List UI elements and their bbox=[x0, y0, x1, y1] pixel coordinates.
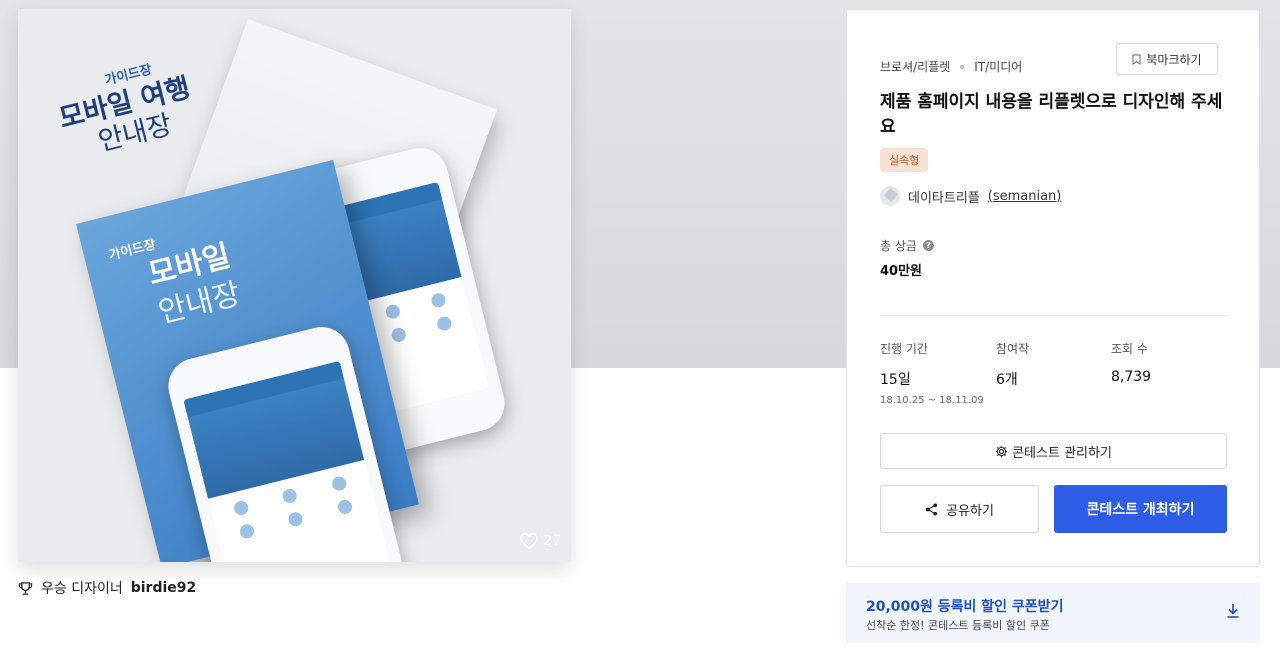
stat-views-label: 조회 수 bbox=[1111, 342, 1148, 356]
contest-title: 제품 홈페이지 내용을 리플렛으로 디자인해 주세요 bbox=[880, 92, 1223, 137]
bookmark-button[interactable]: 북마크하기 bbox=[1116, 43, 1218, 75]
contest-info-panel: 브로셔/리플렛 IT/미디어 북마크하기 제품 홈페이지 내용을 리플렛으로 디… bbox=[846, 9, 1260, 567]
bookmark-icon bbox=[1132, 54, 1141, 65]
prize-value: 40만원 bbox=[880, 264, 923, 279]
like-count: 27 bbox=[543, 533, 561, 549]
prize-label: 총 상금 ? bbox=[880, 237, 934, 254]
host-avatar bbox=[880, 186, 900, 206]
coupon-subtitle: 선착순 한정! 콘테스트 등록비 할인 쿠폰 bbox=[866, 619, 1050, 632]
stat-entries: 참여작 6개 bbox=[996, 340, 1029, 389]
share-label: 공유하기 bbox=[946, 503, 994, 519]
manage-label: 콘테스트 관리하기 bbox=[1012, 445, 1112, 461]
contest-winner-image[interactable]: 가이드장 모바일 여행 안내장 가이드장 모바일 안내장 27 bbox=[18, 9, 571, 562]
download-icon[interactable] bbox=[1226, 603, 1240, 619]
winner-label: 우승 디자이너 bbox=[41, 581, 123, 597]
tier-badge: 실속형 bbox=[880, 148, 929, 172]
stat-period-value: 15일 bbox=[880, 372, 911, 388]
category-breadcrumb: 브로셔/리플렛 IT/미디어 bbox=[880, 58, 1022, 75]
like-button[interactable]: 27 bbox=[519, 532, 561, 550]
host-contest-button[interactable]: 콘테스트 개최하기 bbox=[1054, 485, 1227, 533]
stat-period: 진행 기간 15일 18.10.25 ~ 18.11.09 bbox=[880, 340, 984, 406]
share-button[interactable]: 공유하기 bbox=[880, 485, 1039, 533]
stat-entries-value: 6개 bbox=[996, 372, 1018, 388]
coupon-title: 20,000원 등록비 할인 쿠폰받기 bbox=[866, 599, 1064, 615]
host-id[interactable]: (semanian) bbox=[988, 189, 1062, 204]
bookmark-label: 북마크하기 bbox=[1146, 52, 1202, 67]
prize-label-text: 총 상금 bbox=[880, 239, 917, 253]
stat-views-value: 8,739 bbox=[1111, 369, 1152, 385]
manage-contest-button[interactable]: 콘테스트 관리하기 bbox=[880, 433, 1227, 469]
trophy-icon bbox=[18, 581, 33, 595]
category-secondary[interactable]: IT/미디어 bbox=[974, 58, 1022, 75]
winner-name[interactable]: birdie92 bbox=[131, 580, 197, 596]
help-icon[interactable]: ? bbox=[922, 240, 934, 251]
stat-period-dates: 18.10.25 ~ 18.11.09 bbox=[880, 395, 984, 406]
stat-views: 조회 수 8,739 bbox=[1111, 340, 1151, 385]
share-icon bbox=[926, 502, 938, 516]
stat-entries-label: 참여작 bbox=[996, 342, 1030, 356]
category-separator bbox=[960, 64, 965, 69]
heart-icon bbox=[520, 532, 539, 550]
divider bbox=[880, 315, 1227, 316]
category-primary[interactable]: 브로셔/리플렛 bbox=[880, 58, 950, 75]
host-info[interactable]: 데이타트리플 (semanian) bbox=[880, 186, 1061, 206]
gear-icon bbox=[995, 445, 1008, 457]
host-name: 데이타트리플 bbox=[908, 190, 980, 206]
winner-designer: 우승 디자이너 birdie92 bbox=[18, 578, 196, 598]
coupon-banner[interactable]: 20,000원 등록비 할인 쿠폰받기 선착순 한정! 콘테스트 등록비 할인 … bbox=[846, 583, 1260, 643]
stat-period-label: 진행 기간 bbox=[880, 342, 928, 356]
